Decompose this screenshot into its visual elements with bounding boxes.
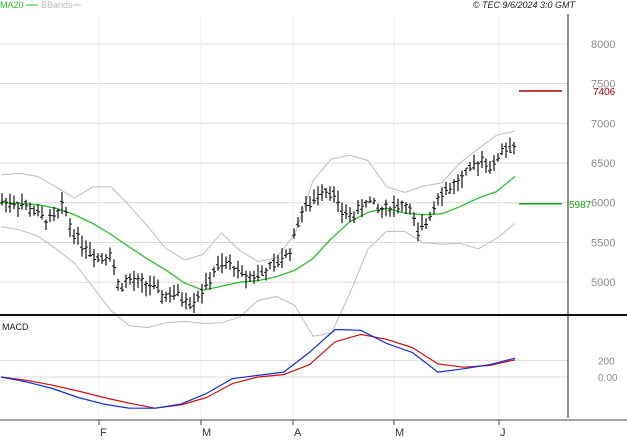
macd-axis: 200 0.00 bbox=[598, 357, 618, 384]
support-level-label: 5987 bbox=[569, 200, 592, 211]
month-tick-label: F bbox=[100, 427, 107, 439]
price-levels: 7406 5987 bbox=[519, 87, 616, 211]
time-axis: FMAMJ bbox=[98, 420, 506, 439]
price-panel: 8000750070006500600055005000 74065987 bbox=[0, 14, 616, 420]
month-tick-label: J bbox=[500, 427, 506, 439]
macd-title: MACD bbox=[2, 322, 29, 332]
price-bars bbox=[0, 137, 516, 314]
macd-series bbox=[0, 328, 516, 409]
chart-canvas: MA20 BBands © TEC 9/6/2024 3:0 GMT 8000 7… bbox=[0, 0, 627, 439]
legend-ma20-label: MA20 bbox=[0, 0, 24, 10]
chart-legend: MA20 BBands bbox=[0, 0, 81, 10]
price-tick-label: 7000 bbox=[591, 118, 615, 130]
price-tick-label: 8000 bbox=[591, 39, 615, 51]
price-tick-label: 5000 bbox=[591, 277, 615, 289]
legend-bbands-label: BBands bbox=[41, 0, 73, 10]
price-grid bbox=[0, 16, 568, 420]
resistance-level-label: 7406 bbox=[593, 87, 616, 98]
macd-tick-label: 200 bbox=[598, 357, 615, 368]
macd-tick-label: 0.00 bbox=[598, 373, 618, 384]
price-axis: 8000750070006500600055005000 bbox=[591, 39, 615, 289]
price-tick-label: 5500 bbox=[591, 237, 615, 249]
price-tick-label: 6500 bbox=[591, 158, 615, 170]
macd-line bbox=[0, 328, 516, 409]
month-tick-label: A bbox=[294, 427, 302, 439]
month-tick-label: M bbox=[202, 427, 211, 439]
chart-credit: © TEC 9/6/2024 3:0 GMT bbox=[473, 0, 577, 10]
month-tick-label: M bbox=[395, 427, 404, 439]
price-tick-label: 6000 bbox=[591, 198, 615, 210]
macd-panel: 200 0.00 MACD bbox=[0, 316, 618, 418]
